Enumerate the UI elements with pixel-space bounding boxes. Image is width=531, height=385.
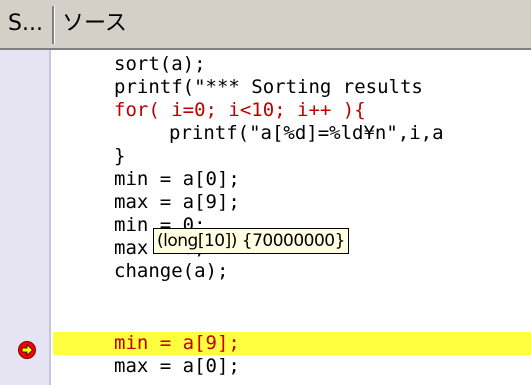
source-window: S... ソース sort(a); printf("*** Sorting re… (0, 0, 531, 385)
code-line-text: } (114, 145, 126, 167)
code-line-text: printf("a[%d]=%ld¥n",i,a (169, 122, 444, 144)
code-line[interactable]: sort(a); (53, 53, 531, 76)
code-line-text: max = a[0]; (114, 355, 240, 377)
code-line[interactable]: min = a[0]; (53, 168, 531, 191)
code-line[interactable]: printf("a[%d]=%ld¥n",i,a (53, 122, 531, 145)
code-line[interactable]: max = a[0]; (53, 355, 531, 378)
code-line-text: min = a[9]; (114, 332, 240, 354)
variable-value-tooltip: (long[10]) {70000000} (153, 228, 349, 254)
code-line-text: sort(a); (114, 53, 206, 75)
code-line-text: change(a); (114, 260, 229, 282)
breakpoint-gutter[interactable] (0, 50, 51, 385)
code-line[interactable]: change(a); (53, 260, 531, 283)
code-line[interactable]: max = a[9]; (53, 191, 531, 214)
code-line-text: for( i=0; i<10; i++ ){ (114, 99, 366, 121)
column-header: S... ソース (0, 0, 531, 50)
code-line-text: min = a[0]; (114, 168, 240, 190)
code-line[interactable]: printf("*** Sorting results (53, 76, 531, 99)
code-line[interactable]: for( i=0; i<10; i++ ){ (53, 99, 531, 122)
header-source-column[interactable]: ソース (62, 4, 262, 44)
tooltip-text: (long[10]) {70000000} (157, 231, 345, 251)
column-divider[interactable] (52, 6, 55, 44)
code-line[interactable]: } (53, 145, 531, 168)
header-status-column[interactable]: S... (8, 4, 54, 44)
code-line-text: printf("*** Sorting results (114, 76, 423, 98)
current-code-line[interactable]: min = a[9]; (53, 332, 531, 355)
current-line-arrow-icon[interactable] (18, 341, 36, 359)
source-code-area[interactable]: sort(a); printf("*** Sorting results for… (53, 50, 531, 385)
code-line-text: max = a[9]; (114, 191, 240, 213)
